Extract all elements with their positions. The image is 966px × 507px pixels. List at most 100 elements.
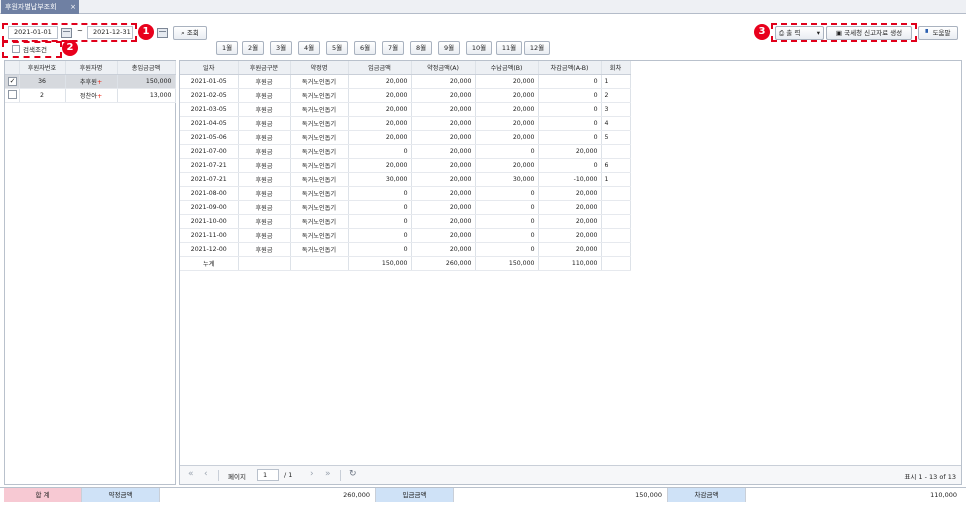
document-icon: ▣ xyxy=(835,29,843,37)
date-separator: ~ xyxy=(77,27,83,35)
row-checkbox-checked[interactable]: ✓ xyxy=(5,74,20,89)
month-button[interactable]: 2월 xyxy=(242,41,264,55)
received-amount-cell: 150,000 xyxy=(475,256,539,271)
checkbox-icon[interactable] xyxy=(8,90,17,99)
diff-amount-cell: 110,000 xyxy=(538,256,602,271)
search-condition-checkbox[interactable] xyxy=(12,45,20,53)
month-button[interactable]: 7월 xyxy=(382,41,404,55)
date-cell: 2021-02-05 xyxy=(180,88,239,103)
month-button[interactable]: 9월 xyxy=(438,41,460,55)
date-from-input[interactable]: 2021-01-01 xyxy=(8,26,58,39)
pledge-amount-cell: 20,000 xyxy=(411,130,476,145)
diff-amount-value: 110,000 xyxy=(930,491,957,499)
table-row[interactable]: 2021-05-06 후원금 독거노인돕기 20,000 20,000 20,000 0 5 xyxy=(180,130,631,145)
prev-page-icon[interactable]: ‹ xyxy=(204,469,208,479)
received-amount-cell: 20,000 xyxy=(475,116,539,131)
donor-name-cell: 추후원+ xyxy=(65,74,118,89)
calendar-icon[interactable] xyxy=(61,28,72,38)
column-header[interactable]: 약정명 xyxy=(290,61,349,75)
pledge-amount-cell: 20,000 xyxy=(411,116,476,131)
table-row[interactable]: 2 정찬아+ 13,000 xyxy=(5,88,176,103)
column-header[interactable]: 입금금액 xyxy=(348,61,412,75)
table-row[interactable]: ✓ 36 추후원+ 150,000 xyxy=(5,74,176,89)
month-button[interactable]: 11월 xyxy=(496,41,522,55)
column-header[interactable]: 총입금금액 xyxy=(117,61,176,75)
month-button[interactable]: 5월 xyxy=(326,41,348,55)
date-to-input[interactable]: 2021-12-31 xyxy=(87,26,133,39)
column-header[interactable]: 후원자번호 xyxy=(19,61,66,75)
print-button[interactable]: ⎙ 출 력 ▾ xyxy=(775,26,824,40)
date-cell: 2021-03-05 xyxy=(180,102,239,117)
table-row[interactable]: 2021-10-00 후원금 독거노인돕기 0 20,000 0 20,000 xyxy=(180,214,631,229)
column-header[interactable]: 일자 xyxy=(180,61,239,75)
month-button[interactable]: 10월 xyxy=(466,41,492,55)
month-button[interactable]: 8월 xyxy=(410,41,432,55)
column-header[interactable]: 후원자명 xyxy=(65,61,118,75)
printer-icon: ⎙ xyxy=(779,29,785,37)
chevron-down-icon[interactable]: ▾ xyxy=(817,27,820,39)
column-header[interactable]: 약정금액(A) xyxy=(411,61,476,75)
date-cell: 2021-07-21 xyxy=(180,158,239,173)
column-header[interactable]: 수납금액(B) xyxy=(475,61,539,75)
donation-type-cell: 후원금 xyxy=(238,102,291,117)
pledge-name-cell: 독거노인돕기 xyxy=(290,158,349,173)
cumulative-total-row[interactable]: 누계 150,000 260,000 150,000 110,000 xyxy=(180,256,631,271)
pledge-name-cell: 독거노인돕기 xyxy=(290,144,349,159)
received-amount-cell: 20,000 xyxy=(475,102,539,117)
detail-table-header: 일자 후원금구분 약정명 입금금액 약정금액(A) 수납금액(B) 차감금액(A-B) 회차 xyxy=(180,61,631,75)
first-page-icon[interactable]: « xyxy=(188,469,194,479)
table-row[interactable]: 2021-11-00 후원금 독거노인돕기 0 20,000 0 20,000 xyxy=(180,228,631,243)
table-row[interactable]: 2021-03-05 후원금 독거노인돕기 20,000 20,000 20,000 0 3 xyxy=(180,102,631,117)
deposit-amount-cell: 0 xyxy=(348,228,412,243)
last-page-icon[interactable]: » xyxy=(325,469,331,479)
refresh-icon[interactable]: ↻ xyxy=(349,469,357,479)
table-row[interactable]: 2021-01-05 후원금 독거노인돕기 20,000 20,000 20,000 0 1 xyxy=(180,74,631,89)
plus-icon: + xyxy=(96,93,103,100)
table-row[interactable]: 2021-02-05 후원금 독거노인돕기 20,000 20,000 20,000 0 2 xyxy=(180,88,631,103)
tab-title: 후원자별납부조회 xyxy=(5,3,57,11)
deposit-amount-cell: 0 xyxy=(348,214,412,229)
next-page-icon[interactable]: › xyxy=(310,469,314,479)
checkmark-icon[interactable]: ✓ xyxy=(8,77,17,86)
search-button[interactable]: ⌕ 조회 xyxy=(173,26,207,40)
calendar-icon[interactable] xyxy=(157,28,168,38)
table-row[interactable]: 2021-07-21 후원금 독거노인돕기 30,000 20,000 30,000 -10… xyxy=(180,172,631,187)
deposit-amount-cell: 20,000 xyxy=(348,74,412,89)
tax-report-button[interactable]: ▣ 국세청 신고자료 생성 xyxy=(826,26,912,40)
table-row[interactable]: 2021-07-21 후원금 독거노인돕기 20,000 20,000 20,000 0 6 xyxy=(180,158,631,173)
page-number-input[interactable]: 1 xyxy=(257,469,279,481)
column-header[interactable]: 회차 xyxy=(601,61,631,75)
received-amount-cell: 0 xyxy=(475,144,539,159)
deposit-amount-cell: 20,000 xyxy=(348,158,412,173)
row-checkbox[interactable] xyxy=(5,88,20,103)
pledge-name-cell: 독거노인돕기 xyxy=(290,130,349,145)
month-button[interactable]: 6월 xyxy=(354,41,376,55)
payment-detail-table: 일자 후원금구분 약정명 입금금액 약정금액(A) 수납금액(B) 차감금액(A-B) 회차 … xyxy=(180,61,631,271)
pledge-amount-cell: 20,000 xyxy=(411,158,476,173)
tab-donor-payment[interactable]: 후원자별납부조회 × xyxy=(1,0,79,14)
month-button[interactable]: 4월 xyxy=(298,41,320,55)
table-row[interactable]: 2021-04-05 후원금 독거노인돕기 20,000 20,000 20,000 0 4 xyxy=(180,116,631,131)
table-row[interactable]: 2021-08-00 후원금 독거노인돕기 0 20,000 0 20,000 xyxy=(180,186,631,201)
pledge-name-cell: 독거노인돕기 xyxy=(290,186,349,201)
installment-cell: 5 xyxy=(601,130,631,145)
table-row[interactable]: 2021-09-00 후원금 독거노인돕기 0 20,000 0 20,000 xyxy=(180,200,631,215)
donation-type-cell: 후원금 xyxy=(238,214,291,229)
pager-separator xyxy=(218,470,219,481)
pager-separator xyxy=(340,470,341,481)
table-row[interactable]: 2021-12-00 후원금 독거노인돕기 0 20,000 0 20,000 xyxy=(180,242,631,257)
column-header[interactable]: 후원금구분 xyxy=(238,61,291,75)
donor-name-cell: 정찬아+ xyxy=(65,88,118,103)
month-button[interactable]: 1월 xyxy=(216,41,238,55)
date-cell: 2021-12-00 xyxy=(180,242,239,257)
donation-type-cell: 후원금 xyxy=(238,186,291,201)
received-amount-cell: 20,000 xyxy=(475,158,539,173)
installment-cell xyxy=(601,256,631,271)
table-row[interactable]: 2021-07-00 후원금 독거노인돕기 0 20,000 0 20,000 xyxy=(180,144,631,159)
column-header[interactable]: 차감금액(A-B) xyxy=(538,61,602,75)
help-button[interactable]: ▘ 도움말 xyxy=(918,26,958,40)
month-button[interactable]: 12월 xyxy=(524,41,550,55)
month-button[interactable]: 3월 xyxy=(270,41,292,55)
close-icon[interactable]: × xyxy=(70,0,76,14)
installment-cell: 6 xyxy=(601,158,631,173)
